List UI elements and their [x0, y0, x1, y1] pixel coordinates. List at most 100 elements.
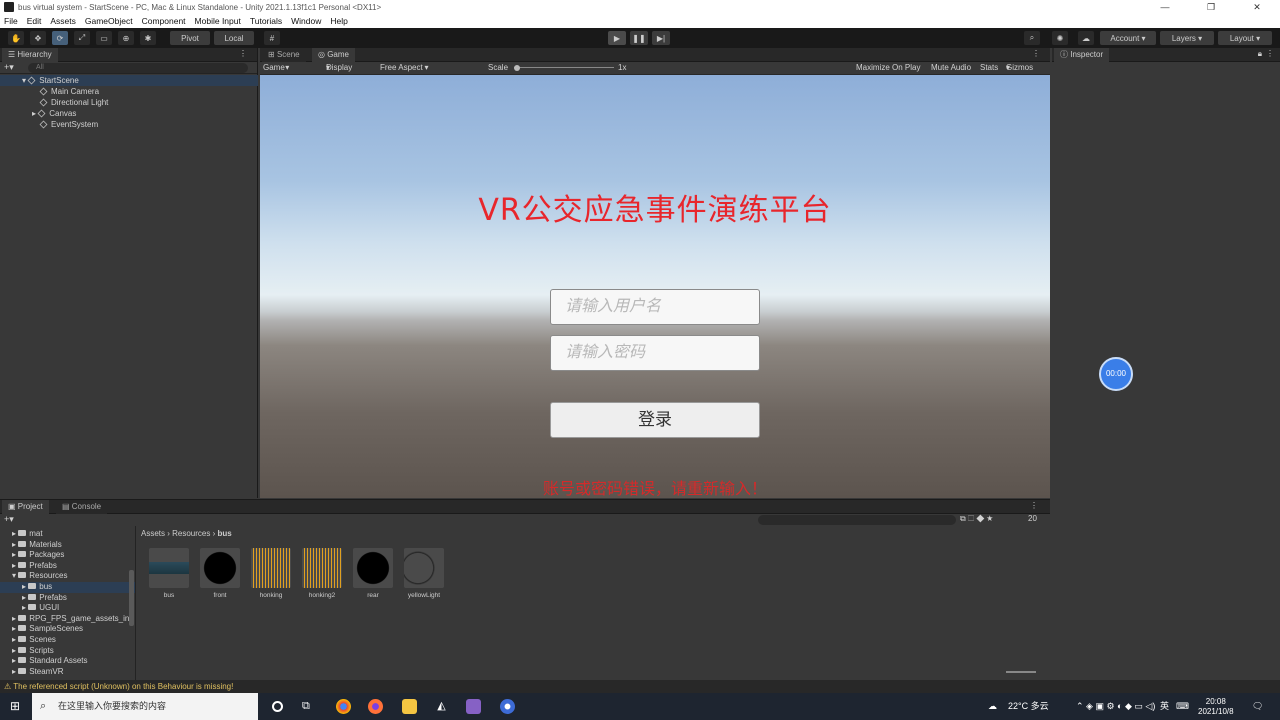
tree-item[interactable]: ▸ Scenes — [0, 635, 135, 646]
taskbar-search-input[interactable]: 在这里输入你要搜索的内容 — [32, 693, 258, 720]
project-search-input[interactable] — [758, 515, 956, 525]
filter-icon[interactable]: ⧉ ⬚ ◆ ★ — [960, 514, 993, 524]
tab-game[interactable]: ◎ Game — [312, 48, 355, 62]
weather-text[interactable]: 22°C 多云 — [1008, 693, 1049, 720]
status-message[interactable]: ⚠ The referenced script (Unknown) on thi… — [4, 682, 233, 691]
username-input[interactable]: 请输入用户名 — [550, 289, 760, 325]
asset-item[interactable]: yellowLight — [403, 548, 445, 599]
grid-snap-icon[interactable]: # — [264, 31, 280, 45]
tab-hierarchy[interactable]: ☰ Hierarchy — [2, 48, 58, 62]
icon-size-slider[interactable] — [1006, 671, 1036, 673]
asset-item[interactable]: bus — [148, 548, 190, 599]
hand-tool-icon[interactable]: ✋ — [8, 31, 24, 45]
panel-menu-icon[interactable]: ⋮ — [239, 49, 247, 58]
aspect-dropdown[interactable]: Free Aspect ▾ — [380, 62, 428, 74]
maximize-button[interactable]: ❐ — [1188, 0, 1234, 14]
list-item[interactable]: Main Camera — [0, 86, 99, 97]
play-button[interactable]: ▶ — [608, 31, 626, 45]
windows-start-icon[interactable]: ⊞ — [10, 700, 22, 712]
tree-item[interactable]: ▸ mat — [0, 529, 135, 540]
add-icon[interactable]: +▾ — [4, 514, 14, 525]
breadcrumb-item[interactable]: Resources — [172, 529, 210, 538]
tree-item[interactable]: ▸ Materials — [0, 540, 135, 551]
display-dropdown[interactable]: Display 1 ▾ — [326, 62, 352, 84]
minimize-button[interactable]: — — [1142, 0, 1188, 14]
add-icon[interactable]: +▾ — [4, 62, 14, 73]
tab-project[interactable]: ▣ Project — [2, 500, 49, 514]
tree-item[interactable]: ▸ Prefabs — [0, 561, 135, 572]
lock-icon[interactable]: 🔒︎ — [1258, 49, 1262, 59]
menu-edit[interactable]: Edit — [27, 16, 42, 26]
cortana-icon[interactable] — [272, 701, 283, 712]
tree-item[interactable]: ▾ Resources — [0, 571, 135, 582]
tree-item[interactable]: ▸ RPG_FPS_game_assets_in — [0, 614, 135, 625]
cloud-icon[interactable]: ☁ — [1078, 31, 1094, 45]
keyboard-icon[interactable]: ⌨ — [1176, 693, 1189, 720]
transform-tool-icon[interactable]: ⊕ — [118, 31, 134, 45]
tree-scrollbar[interactable] — [129, 570, 134, 626]
search-icon[interactable]: ⌕ — [1024, 31, 1040, 45]
list-item[interactable]: ▸ Canvas — [0, 108, 76, 119]
pause-button[interactable]: ❚❚ — [630, 31, 648, 45]
menu-mobile-input[interactable]: Mobile Input — [195, 16, 241, 26]
game-mode-dropdown[interactable]: Game ▾ — [263, 62, 289, 74]
close-button[interactable]: ✕ — [1234, 0, 1280, 14]
step-button[interactable]: ▶| — [652, 31, 670, 45]
notification-icon[interactable]: 🗨︎ — [1252, 693, 1263, 720]
menu-gameobject[interactable]: GameObject — [85, 16, 133, 26]
login-button[interactable]: 登录 — [550, 402, 760, 438]
menu-help[interactable]: Help — [330, 16, 347, 26]
list-item[interactable]: EventSystem — [0, 119, 98, 130]
panel-menu-icon[interactable]: ⋮ — [1030, 501, 1038, 510]
panel-menu-icon[interactable]: ⋮ — [1266, 49, 1274, 58]
rect-tool-icon[interactable]: ▭ — [96, 31, 112, 45]
panel-menu-icon[interactable]: ⋮ — [1032, 49, 1040, 58]
unity-icon[interactable]: ◭ — [434, 699, 449, 714]
ime-indicator[interactable]: 英 — [1160, 693, 1169, 720]
account-dropdown[interactable]: Account ▾ — [1100, 31, 1156, 45]
tab-console[interactable]: ▤ Console — [56, 500, 108, 514]
password-input[interactable]: 请输入密码 — [550, 335, 760, 371]
scale-slider-handle[interactable] — [514, 65, 520, 71]
asset-item[interactable]: rear — [352, 548, 394, 599]
rotate-tool-icon[interactable]: ⟳ — [52, 31, 68, 45]
chrome-icon[interactable] — [336, 699, 351, 714]
menu-tutorials[interactable]: Tutorials — [250, 16, 282, 26]
tree-item[interactable]: ▸ UGUI — [0, 603, 135, 614]
visual-studio-icon[interactable] — [466, 699, 481, 714]
file-explorer-icon[interactable] — [402, 699, 417, 714]
tree-item[interactable]: ▸ Standard Assets — [0, 656, 135, 667]
custom-tool-icon[interactable]: ✱ — [140, 31, 156, 45]
scale-slider[interactable] — [514, 67, 614, 68]
app-icon[interactable] — [500, 699, 515, 714]
gizmos-dropdown[interactable]: Gizmos ▾ — [1006, 62, 1033, 74]
menu-component[interactable]: Component — [142, 16, 186, 26]
move-tool-icon[interactable]: ✥ — [30, 31, 46, 45]
breadcrumb-item[interactable]: Assets — [141, 529, 165, 538]
breadcrumb-item[interactable]: bus — [217, 529, 231, 538]
task-view-icon[interactable]: ⧉ — [302, 699, 317, 714]
tree-item[interactable]: ▸ bus — [0, 582, 135, 593]
layers-dropdown[interactable]: Layers ▾ — [1160, 31, 1214, 45]
menu-file[interactable]: File — [4, 16, 18, 26]
tree-item[interactable]: ▸ Packages — [0, 550, 135, 561]
mute-audio-toggle[interactable]: Mute Audio — [931, 62, 971, 74]
tree-item[interactable]: ▸ Scripts — [0, 646, 135, 657]
collab-icon[interactable]: ✺ — [1052, 31, 1068, 45]
pivot-toggle[interactable]: Pivot — [170, 31, 210, 45]
list-item[interactable]: Directional Light — [0, 97, 108, 108]
system-tray-icons[interactable]: ⌃ ◈ ▣ ⚙ ◐ ◆ ▭ ◁) — [1076, 693, 1155, 720]
asset-item[interactable]: honking2 — [301, 548, 343, 599]
scale-tool-icon[interactable]: ⤢ — [74, 31, 90, 45]
local-toggle[interactable]: Local — [214, 31, 254, 45]
tree-item[interactable]: ▸ SampleScenes — [0, 624, 135, 635]
tab-inspector[interactable]: ⓘ Inspector — [1054, 48, 1110, 62]
layout-dropdown[interactable]: Layout ▾ — [1218, 31, 1272, 45]
stats-toggle[interactable]: Stats — [980, 62, 998, 74]
game-viewport[interactable]: VR公交应急事件演练平台 请输入用户名 请输入密码 登录 账号或密码错误，请重新… — [260, 75, 1050, 498]
maximize-on-play-toggle[interactable]: Maximize On Play — [856, 62, 920, 74]
tree-item[interactable]: ▸ SteamVR — [0, 667, 135, 678]
menu-window[interactable]: Window — [291, 16, 321, 26]
tree-item[interactable]: ▸ Prefabs — [0, 593, 135, 604]
tab-scene[interactable]: ⊞ Scene — [262, 48, 306, 62]
